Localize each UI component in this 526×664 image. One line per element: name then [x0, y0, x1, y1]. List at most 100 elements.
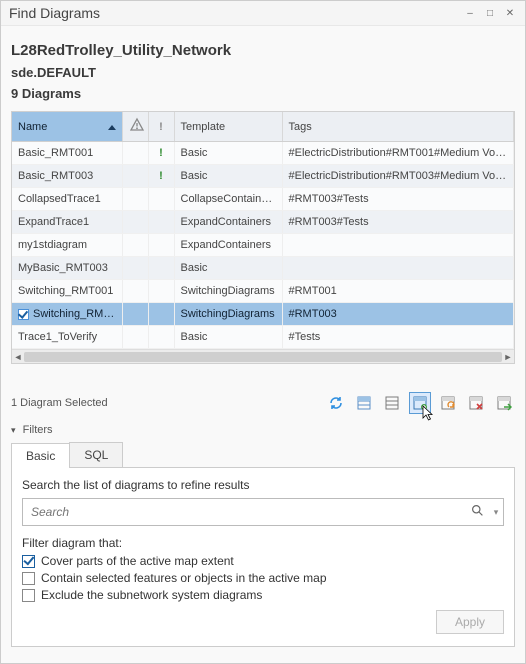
- cell-name: Switching_RMT003: [12, 303, 122, 326]
- clear-selection-button[interactable]: [381, 392, 403, 414]
- cell-name: CollapsedTrace1: [12, 188, 122, 211]
- cell-name-text: Basic_RMT001: [18, 147, 93, 159]
- window-buttons: – □ ✕: [463, 8, 517, 19]
- scroll-left-icon[interactable]: ◄: [13, 352, 23, 362]
- cell-name-text: Switching_RMT003: [33, 308, 122, 320]
- row-checkbox[interactable]: [18, 309, 29, 320]
- cell-template: ExpandContainers: [174, 211, 282, 234]
- col-name-label: Name: [18, 121, 47, 133]
- cell-tags: #ElectricDistribution#RMT003#Medium Volt…: [282, 165, 514, 188]
- chevron-down-icon: ▾: [11, 425, 16, 436]
- col-warning[interactable]: [122, 112, 148, 142]
- filter-exclude-checkbox[interactable]: [22, 589, 35, 602]
- cell-tags: [282, 234, 514, 257]
- cell-warning: [122, 280, 148, 303]
- open-diagram-icon: [440, 395, 456, 411]
- cell-tags: #Tests: [282, 326, 514, 349]
- cell-name-text: ExpandTrace1: [18, 216, 89, 228]
- cell-template: SwitchingDiagrams: [174, 280, 282, 303]
- filter-cover-checkbox[interactable]: [22, 555, 35, 568]
- minimize-icon[interactable]: –: [463, 8, 477, 19]
- search-icon[interactable]: [465, 504, 489, 520]
- cell-tags: [282, 257, 514, 280]
- cell-name: ExpandTrace1: [12, 211, 122, 234]
- table-row[interactable]: Basic_RMT003! Basic#ElectricDistribution#…: [12, 165, 514, 188]
- select-all-button[interactable]: [353, 392, 375, 414]
- refresh-button[interactable]: [325, 392, 347, 414]
- cell-warning: [122, 234, 148, 257]
- cell-warning: [122, 188, 148, 211]
- warning-icon: [129, 117, 145, 133]
- exclamation-icon: !: [155, 147, 168, 159]
- cell-template: SwitchingDiagrams: [174, 303, 282, 326]
- export-diagram-button[interactable]: [493, 392, 515, 414]
- cell-tags: #RMT001: [282, 280, 514, 303]
- table-row[interactable]: Switching_RMT001 SwitchingDiagrams#RMT001: [12, 280, 514, 303]
- cell-name: my1stdiagram: [12, 234, 122, 257]
- cell-name: Trace1_ToVerify: [12, 326, 122, 349]
- cell-flag: [148, 234, 174, 257]
- add-to-map-button[interactable]: [409, 392, 431, 414]
- col-flag[interactable]: !: [148, 112, 174, 142]
- col-template-label: Template: [181, 121, 226, 133]
- selection-count: 1 Diagram Selected: [11, 397, 108, 409]
- cell-warning: [122, 326, 148, 349]
- search-description: Search the list of diagrams to refine re…: [22, 478, 504, 492]
- table-row[interactable]: Basic_RMT001! Basic#ElectricDistribution#…: [12, 142, 514, 165]
- table-row[interactable]: MyBasic_RMT003 Basic: [12, 257, 514, 280]
- filter-contain-checkbox[interactable]: [22, 572, 35, 585]
- exclamation-icon: !: [155, 170, 168, 182]
- cell-warning: [122, 211, 148, 234]
- close-icon[interactable]: ✕: [503, 8, 517, 19]
- cell-name: MyBasic_RMT003: [12, 257, 122, 280]
- filter-that-label: Filter diagram that:: [22, 536, 504, 550]
- table-row[interactable]: ExpandTrace1 ExpandContainers#RMT003#Test…: [12, 211, 514, 234]
- search-dropdown-icon[interactable]: ▾: [489, 507, 503, 518]
- cell-template: Basic: [174, 165, 282, 188]
- refresh-icon: [328, 395, 344, 411]
- apply-button[interactable]: Apply: [436, 610, 504, 634]
- database-name: sde.DEFAULT: [11, 65, 515, 80]
- filter-exclude-label: Exclude the subnetwork system diagrams: [41, 588, 262, 602]
- filter-exclude-row: Exclude the subnetwork system diagrams: [22, 588, 504, 602]
- cell-tags: #ElectricDistribution#RMT001#Medium Volt…: [282, 142, 514, 165]
- cell-name-text: MyBasic_RMT003: [18, 262, 108, 274]
- tab-basic[interactable]: Basic: [11, 443, 70, 468]
- network-name: L28RedTrolley_Utility_Network: [11, 42, 515, 59]
- horizontal-scrollbar[interactable]: ◄ ►: [12, 349, 514, 363]
- open-diagram-button[interactable]: [437, 392, 459, 414]
- table-row[interactable]: CollapsedTrace1CollapseContainers#RMT003…: [12, 188, 514, 211]
- remove-diagram-button[interactable]: [465, 392, 487, 414]
- filters-toggle[interactable]: ▾ Filters: [11, 424, 515, 436]
- sort-asc-icon: [108, 125, 116, 130]
- tab-sql[interactable]: SQL: [69, 442, 123, 467]
- cell-name: Switching_RMT001: [12, 280, 122, 303]
- search-input[interactable]: [23, 499, 465, 525]
- table-row[interactable]: Switching_RMT003SwitchingDiagrams#RMT003: [12, 303, 514, 326]
- cell-flag: [148, 188, 174, 211]
- toolbar: [325, 392, 515, 414]
- col-name[interactable]: Name: [12, 112, 122, 142]
- cell-name-text: Basic_RMT003: [18, 170, 93, 182]
- col-template[interactable]: Template: [174, 112, 282, 142]
- filter-contain-label: Contain selected features or objects in …: [41, 571, 327, 585]
- rows-icon: [356, 395, 372, 411]
- cell-warning: [122, 303, 148, 326]
- cell-name-text: CollapsedTrace1: [18, 193, 101, 205]
- cell-warning: [122, 257, 148, 280]
- cell-tags: #RMT003#Tests: [282, 211, 514, 234]
- col-tags[interactable]: Tags: [282, 112, 514, 142]
- scroll-thumb[interactable]: [24, 352, 502, 362]
- cell-warning: [122, 142, 148, 165]
- cell-flag: [148, 326, 174, 349]
- table-header-row: Name !: [12, 112, 514, 142]
- scroll-right-icon[interactable]: ►: [503, 352, 513, 362]
- cell-template: Basic: [174, 257, 282, 280]
- cell-flag: !: [148, 165, 174, 188]
- find-diagrams-pane: Find Diagrams – □ ✕ L28RedTrolley_Utilit…: [0, 0, 526, 664]
- add-to-map-icon: [412, 395, 428, 411]
- maximize-icon[interactable]: □: [483, 8, 497, 19]
- table-row[interactable]: Trace1_ToVerifyBasic#Tests: [12, 326, 514, 349]
- table-row[interactable]: my1stdiagramExpandContainers: [12, 234, 514, 257]
- cell-template: Basic: [174, 142, 282, 165]
